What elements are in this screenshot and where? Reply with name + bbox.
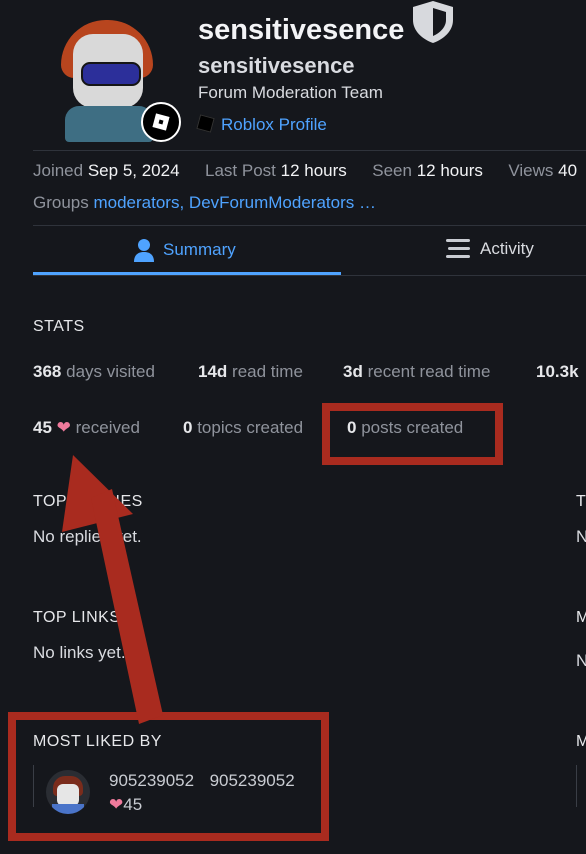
annotation-arrow-icon [62,455,163,724]
